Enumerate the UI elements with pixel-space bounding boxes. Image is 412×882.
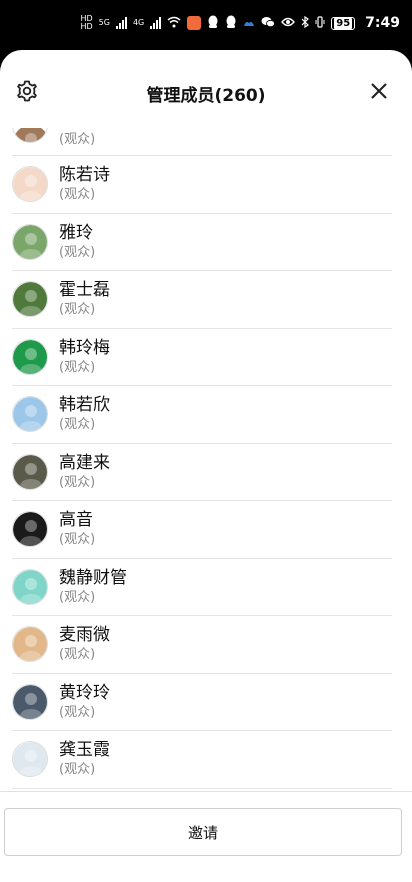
member-name: 魏静财管 bbox=[59, 567, 127, 588]
member-name: 黄玲玲 bbox=[59, 682, 110, 703]
member-row[interactable]: 高音 (观众) bbox=[12, 501, 392, 559]
invite-button[interactable]: 邀请 bbox=[4, 808, 402, 856]
signal-icon-2 bbox=[150, 17, 162, 29]
status-bar: HD HD 5G 4G 95 7:49 bbox=[0, 0, 412, 46]
app-notification-icon bbox=[187, 16, 202, 30]
signal-5g-label: 5G bbox=[98, 18, 110, 27]
member-name: 霍士磊 bbox=[59, 280, 110, 301]
member-avatar bbox=[12, 396, 48, 433]
member-role: (观众) bbox=[59, 532, 96, 548]
signal-4g-label: 4G bbox=[132, 18, 145, 27]
member-avatar bbox=[12, 223, 48, 260]
member-name: 韩玲梅 bbox=[59, 337, 110, 358]
member-name: 陈若诗 bbox=[59, 165, 110, 186]
member-text: 魏静财管 (观众) bbox=[59, 567, 127, 607]
member-avatar bbox=[12, 511, 48, 548]
battery-icon: 95 bbox=[331, 16, 356, 30]
member-role: (观众) bbox=[59, 417, 96, 433]
member-name: 麦雨微 bbox=[59, 625, 110, 646]
member-text: 霍士磊 (观众) bbox=[59, 279, 110, 319]
member-name: 高音 bbox=[59, 510, 93, 531]
member-role: (观众) bbox=[59, 762, 96, 778]
member-role: (观众) bbox=[59, 704, 96, 720]
member-avatar bbox=[12, 683, 48, 720]
vibrate-icon bbox=[315, 15, 325, 31]
member-avatar bbox=[12, 338, 48, 375]
member-row[interactable]: 霍士磊 (观众) bbox=[12, 271, 392, 329]
member-text: 韩若欣 (观众) bbox=[59, 394, 110, 434]
member-avatar bbox=[12, 166, 48, 203]
member-row[interactable]: 雅玲 (观众) bbox=[12, 214, 392, 271]
member-text: 龚玉霞 (观众) bbox=[59, 739, 110, 779]
member-row[interactable]: 陈若诗 (观众) bbox=[12, 156, 392, 214]
qq-icon bbox=[207, 15, 219, 32]
member-name: 雅玲 bbox=[59, 222, 93, 243]
member-name: 高建来 bbox=[59, 452, 110, 473]
cloud-icon bbox=[243, 17, 255, 30]
member-avatar bbox=[12, 741, 48, 778]
member-avatar bbox=[12, 128, 48, 143]
member-text: 高建来 (观众) bbox=[59, 452, 110, 492]
wifi-icon bbox=[167, 16, 181, 31]
member-text: 韩玲梅 (观众) bbox=[59, 337, 110, 377]
signal-icon bbox=[115, 17, 127, 29]
member-role: (观众) bbox=[59, 474, 96, 490]
member-text: 陈若诗 (观众) bbox=[59, 164, 110, 204]
member-row[interactable]: 高建来 (观众) bbox=[12, 444, 392, 501]
clock: 7:49 bbox=[365, 15, 400, 31]
member-text: 雅玲 (观众) bbox=[59, 222, 95, 262]
wechat-icon bbox=[261, 16, 276, 31]
member-list[interactable]: (观众) 陈若诗 (观众) 雅玲 (观众) 霍士磊 (观众) 韩玲梅 (观众) 韩若欣 (观众) 高建… bbox=[12, 128, 392, 840]
member-row[interactable]: 龚玉霞 (观众) bbox=[12, 731, 392, 789]
member-row[interactable]: 魏静财管 (观众) bbox=[12, 559, 392, 616]
member-name: 韩若欣 bbox=[59, 395, 110, 416]
member-row[interactable]: 韩若欣 (观众) bbox=[12, 386, 392, 444]
member-row[interactable]: 韩玲梅 (观众) bbox=[12, 329, 392, 386]
member-role: (观众) bbox=[59, 187, 96, 203]
member-role: (观众) bbox=[59, 647, 96, 663]
member-role: (观众) bbox=[59, 589, 96, 605]
sheet-header: 管理成员(260) bbox=[0, 50, 412, 136]
member-row[interactable]: 黄玲玲 (观众) bbox=[12, 674, 392, 731]
manage-members-sheet: 管理成员(260) (观众) 陈若诗 (观众) 雅玲 (观众) 霍士磊 (观众) 韩玲梅 (观众… bbox=[0, 50, 412, 882]
member-avatar bbox=[12, 453, 48, 490]
member-role: (观众) bbox=[59, 302, 96, 318]
eye-icon bbox=[281, 17, 296, 30]
member-role: (观众) bbox=[59, 359, 96, 375]
member-row[interactable]: 麦雨微 (观众) bbox=[12, 616, 392, 674]
member-text: (观众) bbox=[59, 131, 95, 155]
status-icons: HD HD 5G 4G 95 7:49 bbox=[80, 12, 400, 34]
member-text: 高音 (观众) bbox=[59, 509, 95, 549]
close-button[interactable] bbox=[364, 78, 394, 108]
qq-icon-2 bbox=[225, 15, 237, 32]
bluetooth-icon bbox=[301, 15, 310, 31]
page-title: 管理成员(260) bbox=[146, 86, 266, 106]
divider bbox=[0, 791, 412, 792]
member-role: (观众) bbox=[59, 244, 96, 260]
member-avatar bbox=[12, 281, 48, 318]
member-name: 龚玉霞 bbox=[59, 740, 110, 761]
member-text: 黄玲玲 (观众) bbox=[59, 682, 110, 722]
member-role: (观众) bbox=[59, 132, 96, 147]
member-text: 麦雨微 (观众) bbox=[59, 624, 110, 664]
close-icon bbox=[369, 81, 389, 105]
member-avatar bbox=[12, 626, 48, 663]
hd-indicator: HD HD bbox=[80, 14, 93, 31]
member-avatar bbox=[12, 568, 48, 605]
member-row[interactable]: (观众) bbox=[12, 128, 392, 156]
